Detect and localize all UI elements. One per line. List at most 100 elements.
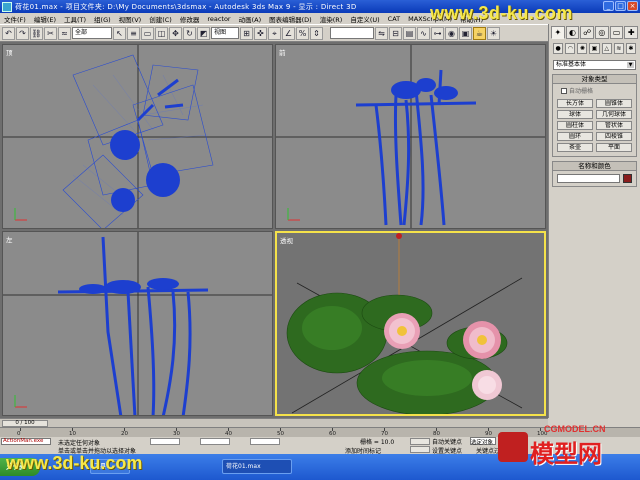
spinner-snap-icon[interactable]: ⇕ bbox=[310, 26, 323, 40]
select-icon[interactable]: ↖ bbox=[113, 26, 126, 40]
cone-button[interactable]: 圆锥体 bbox=[596, 99, 632, 108]
helpers-icon[interactable]: △ bbox=[601, 43, 612, 54]
window-title: 荷花01.max - 项目文件夹: D:\My Documents\3dsmax… bbox=[15, 2, 357, 11]
menu-group[interactable]: 组(G) bbox=[90, 14, 115, 24]
torus-button[interactable]: 圆环 bbox=[557, 132, 593, 141]
material-editor-icon[interactable]: ◉ bbox=[445, 26, 458, 40]
menu-views[interactable]: 视图(V) bbox=[115, 14, 146, 24]
curve-editor-icon[interactable]: ∿ bbox=[417, 26, 430, 40]
viewport-label-left[interactable]: 左 bbox=[6, 234, 13, 244]
autokey-key-icon[interactable] bbox=[410, 438, 430, 445]
percent-snap-icon[interactable]: % bbox=[296, 26, 309, 40]
autogrid-checkbox[interactable] bbox=[561, 87, 567, 94]
box-button[interactable]: 长方体 bbox=[557, 99, 593, 108]
menu-rendering[interactable]: 渲染(R) bbox=[316, 14, 347, 24]
layer-icon[interactable]: ▤ bbox=[403, 26, 416, 40]
create-tab-icon[interactable]: ✦ bbox=[551, 26, 565, 39]
time-slider-thumb[interactable]: 0 / 100 bbox=[2, 420, 48, 427]
angle-snap-icon[interactable]: ∠ bbox=[282, 26, 295, 40]
utilities-tab-icon[interactable]: ✚ bbox=[624, 26, 639, 39]
link-icon[interactable]: ⛓ bbox=[30, 26, 43, 40]
object-type-header[interactable]: 对象类型 bbox=[553, 75, 636, 84]
bind-icon[interactable]: ≈ bbox=[58, 26, 71, 40]
taskbar-item-3dsmax[interactable]: 荷花01.max bbox=[222, 459, 292, 474]
x-coord-field[interactable] bbox=[150, 438, 180, 445]
mirror-icon[interactable]: ⇋ bbox=[375, 26, 388, 40]
menu-cat[interactable]: CAT bbox=[384, 15, 404, 23]
menu-modifiers[interactable]: 修改器 bbox=[176, 14, 204, 24]
object-color-swatch[interactable] bbox=[623, 174, 632, 183]
menu-tools[interactable]: 工具(T) bbox=[60, 14, 90, 24]
schematic-icon[interactable]: ⊶ bbox=[431, 26, 444, 40]
minimize-button[interactable]: _ bbox=[603, 1, 614, 11]
rect-select-icon[interactable]: ▭ bbox=[141, 26, 154, 40]
lights-icon[interactable]: ✺ bbox=[577, 43, 588, 54]
reference-coord-dropdown[interactable]: 视图 bbox=[211, 27, 239, 39]
autokey-button[interactable]: 自动关键点 bbox=[432, 437, 462, 446]
z-coord-field[interactable] bbox=[250, 438, 280, 445]
viewport-perspective[interactable]: 透视 bbox=[275, 231, 546, 416]
plane-button[interactable]: 平面 bbox=[596, 143, 632, 152]
shapes-icon[interactable]: ◠ bbox=[565, 43, 576, 54]
grid-size: 栅格 = 10.0 bbox=[360, 439, 395, 446]
menu-reactor[interactable]: reactor bbox=[203, 15, 234, 23]
maximize-button[interactable]: □ bbox=[615, 1, 626, 11]
selected-dropdown[interactable]: 选定对象 bbox=[470, 437, 496, 446]
menu-edit[interactable]: 编辑(E) bbox=[30, 14, 60, 24]
viewport-label-perspective[interactable]: 透视 bbox=[280, 235, 293, 245]
object-name-field[interactable] bbox=[557, 174, 620, 183]
named-selection-dropdown[interactable] bbox=[330, 27, 374, 39]
render-frame-icon[interactable]: ☕ bbox=[473, 26, 486, 40]
tube-button[interactable]: 管状体 bbox=[596, 121, 632, 130]
rotate-icon[interactable]: ↻ bbox=[183, 26, 196, 40]
viewport-label-front[interactable]: 前 bbox=[279, 47, 286, 57]
menu-create[interactable]: 创建(C) bbox=[145, 14, 176, 24]
main-toolbar: ↶ ↷ ⛓ ✂ ≈ 全部 ↖ ≡ ▭ ◫ ✥ ↻ ◩ 视图 ⊞ ✜ ⌖ ∠ % … bbox=[0, 24, 548, 42]
teapot-button[interactable]: 茶壶 bbox=[557, 143, 593, 152]
time-slider[interactable]: 0 / 100 bbox=[0, 418, 548, 427]
scale-icon[interactable]: ◩ bbox=[197, 26, 210, 40]
menu-graph-editors[interactable]: 图表编辑器(D) bbox=[265, 14, 316, 24]
menu-animation[interactable]: 动画(A) bbox=[235, 14, 266, 24]
menu-file[interactable]: 文件(F) bbox=[0, 14, 30, 24]
align-icon[interactable]: ⊟ bbox=[389, 26, 402, 40]
y-coord-field[interactable] bbox=[200, 438, 230, 445]
close-button[interactable]: × bbox=[627, 1, 638, 11]
geosphere-button[interactable]: 几何球体 bbox=[596, 110, 632, 119]
manipulate-icon[interactable]: ✜ bbox=[254, 26, 267, 40]
display-tab-icon[interactable]: ▭ bbox=[609, 26, 624, 39]
spacewarps-icon[interactable]: ≋ bbox=[613, 43, 624, 54]
viewport-front[interactable]: 前 bbox=[275, 44, 546, 229]
cylinder-button[interactable]: 圆柱体 bbox=[557, 121, 593, 130]
move-icon[interactable]: ✥ bbox=[169, 26, 182, 40]
render-setup-icon[interactable]: ▣ bbox=[459, 26, 472, 40]
undo-icon[interactable]: ↶ bbox=[2, 26, 15, 40]
motion-tab-icon[interactable]: ◎ bbox=[595, 26, 609, 39]
cameras-icon[interactable]: ▣ bbox=[589, 43, 600, 54]
name-color-header[interactable]: 名称和颜色 bbox=[553, 162, 636, 171]
sphere-button[interactable]: 球体 bbox=[557, 110, 593, 119]
object-category-dropdown[interactable]: 标准基本体 ▼ bbox=[553, 60, 636, 70]
selection-filter-dropdown[interactable]: 全部 bbox=[72, 27, 112, 39]
viewport-label-top[interactable]: 顶 bbox=[6, 47, 13, 57]
systems-icon[interactable]: ✱ bbox=[625, 43, 636, 54]
pivot-icon[interactable]: ⊞ bbox=[240, 26, 253, 40]
viewport-top[interactable]: 顶 bbox=[2, 44, 273, 229]
setkey-key-icon[interactable] bbox=[410, 446, 430, 453]
pyramid-button[interactable]: 四棱锥 bbox=[596, 132, 632, 141]
cgmodel-logo: CGMODEL.CN 模型网 bbox=[496, 422, 640, 478]
hierarchy-tab-icon[interactable]: ☍ bbox=[580, 26, 595, 39]
maxscript-listener[interactable]: ActionMan.exe bbox=[1, 438, 51, 445]
unlink-icon[interactable]: ✂ bbox=[44, 26, 57, 40]
watermark-bottom: www.3d-ku.com bbox=[6, 453, 143, 473]
watermark-top: www.3d-ku.com bbox=[430, 3, 573, 23]
geometry-icon[interactable]: ● bbox=[553, 43, 564, 54]
snap-icon[interactable]: ⌖ bbox=[268, 26, 281, 40]
menu-customize[interactable]: 自定义(U) bbox=[346, 14, 383, 24]
viewport-left[interactable]: 左 bbox=[2, 231, 273, 416]
select-name-icon[interactable]: ≡ bbox=[127, 26, 140, 40]
redo-icon[interactable]: ↷ bbox=[16, 26, 29, 40]
window-icon[interactable]: ◫ bbox=[155, 26, 168, 40]
modify-tab-icon[interactable]: ◐ bbox=[565, 26, 580, 39]
quick-render-icon[interactable]: ☀ bbox=[487, 26, 500, 40]
